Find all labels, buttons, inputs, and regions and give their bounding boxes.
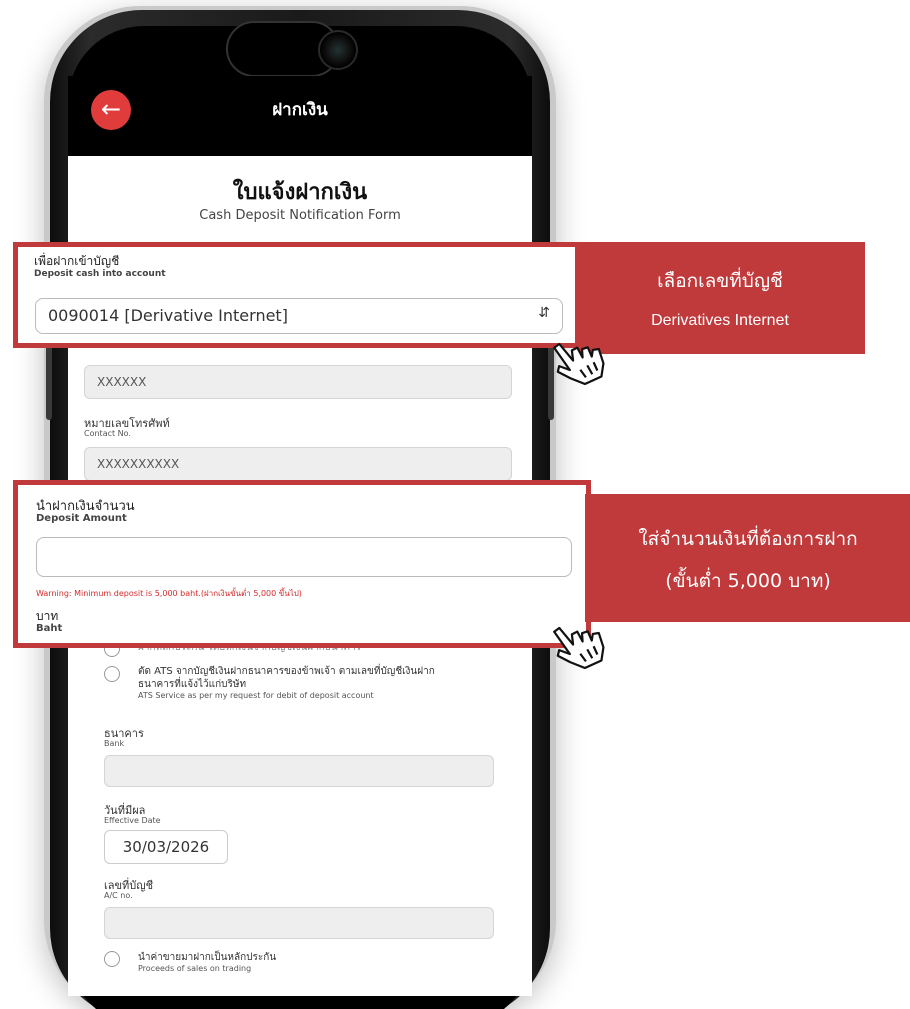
account-note-line1: เลือกเลขที่บัญชี <box>657 270 783 292</box>
amount-zoom-box: นำฝากเงินจำนวน Deposit Amount Warning: M… <box>13 480 591 648</box>
amount-note: ใส่จำนวนเงินที่ต้องการฝาก (ขั้นต่ำ 5,000… <box>585 494 910 622</box>
option-ats-label-en: ATS Service as per my request for debit … <box>138 691 374 700</box>
hand-pointer-icon <box>553 626 605 670</box>
account-note-line2: Derivatives Internet <box>651 312 789 329</box>
account-label-en: Deposit cash into account <box>34 269 166 279</box>
chevron-up-down-icon: ⇵ <box>538 305 550 321</box>
deposit-amount-input[interactable] <box>36 537 572 577</box>
contact-label-en: Contact No. <box>84 429 131 438</box>
bank-field[interactable] <box>104 755 494 787</box>
radio-proceeds[interactable] <box>104 951 120 967</box>
effective-date-label-en: Effective Date <box>104 816 161 825</box>
hand-pointer-icon <box>553 342 605 386</box>
arrow-left-icon: ← <box>100 95 122 123</box>
option-proceeds-label: นำค่าขายมาฝากเป็นหลักประกัน <box>138 952 277 963</box>
minimum-deposit-warning: Warning: Minimum deposit is 5,000 baht.(… <box>36 589 302 598</box>
page-title: ฝากเงิน <box>272 100 328 120</box>
form-title: ใบแจ้งฝากเงิน <box>232 180 368 205</box>
form-subtitle: Cash Deposit Notification Form <box>199 208 401 223</box>
amount-note-line1: ใส่จำนวนเงินที่ต้องการฝาก <box>638 528 858 550</box>
amount-note-line2: (ขั้นต่ำ 5,000 บาท) <box>665 570 831 592</box>
option-ats-label-2: ธนาคารที่แจ้งไว้แก่บริษัท <box>138 679 247 690</box>
camera-lens <box>318 30 358 70</box>
amount-label-en: Deposit Amount <box>36 513 127 524</box>
amount-unit-label-en: Baht <box>36 623 63 634</box>
ac-no-field[interactable] <box>104 907 494 939</box>
ac-no-label-en: A/C no. <box>104 891 133 900</box>
contact-field[interactable]: XXXXXXXXXX <box>84 447 512 481</box>
account-zoom-box: เพื่อฝากเข้าบัญชี Deposit cash into acco… <box>13 242 583 348</box>
account-select-value: 0090014 [Derivative Internet] <box>48 306 288 325</box>
back-button[interactable]: ← <box>91 90 131 130</box>
account-note: เลือกเลขที่บัญชี Derivatives Internet <box>575 242 865 354</box>
effective-date-field[interactable]: 30/03/2026 <box>104 830 228 864</box>
radio-ats[interactable] <box>104 666 120 682</box>
name-field[interactable]: XXXXXX <box>84 365 512 399</box>
account-select[interactable]: 0090014 [Derivative Internet] ⇵ <box>35 298 563 334</box>
bank-label-en: Bank <box>104 739 125 748</box>
option-proceeds-label-en: Proceeds of sales on trading <box>138 964 252 973</box>
